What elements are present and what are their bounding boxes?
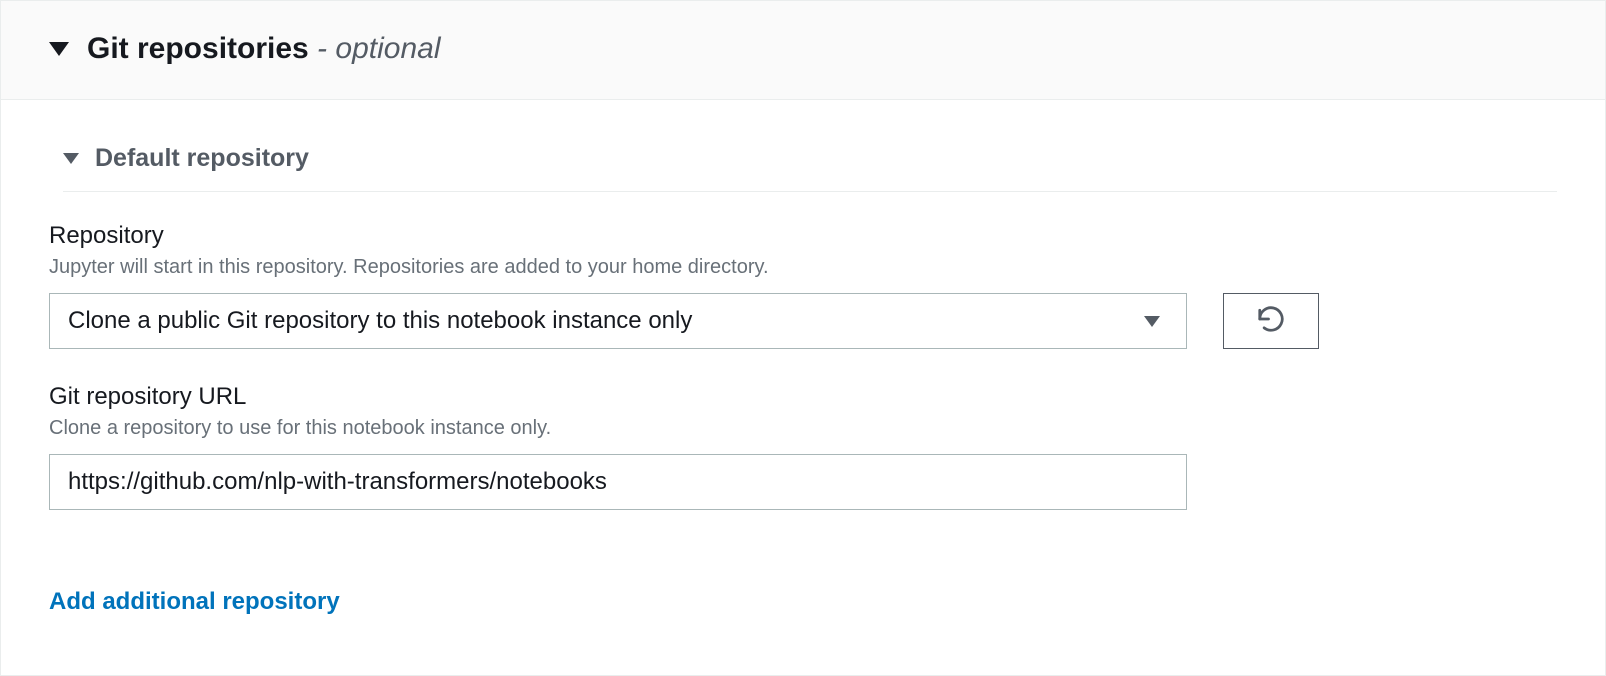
repository-hint: Jupyter will start in this repository. R…: [49, 256, 1557, 279]
add-additional-repository-button[interactable]: Add additional repository: [49, 588, 340, 616]
repository-field-group: Repository Jupyter will start in this re…: [49, 222, 1557, 349]
repository-select-row: Clone a public Git repository to this no…: [49, 293, 1557, 349]
panel-title: Git repositories - optional: [87, 31, 440, 67]
refresh-icon: [1256, 304, 1286, 339]
git-url-input[interactable]: [49, 454, 1187, 510]
repository-select-value: Clone a public Git repository to this no…: [68, 307, 1144, 335]
panel-title-optional: optional: [335, 32, 440, 65]
chevron-down-icon: [1144, 316, 1160, 327]
default-repository-title: Default repository: [95, 144, 309, 173]
panel-title-dash: -: [309, 32, 336, 65]
git-url-field-group: Git repository URL Clone a repository to…: [49, 383, 1557, 510]
caret-down-icon: [63, 153, 79, 164]
refresh-button[interactable]: [1223, 293, 1319, 349]
caret-down-icon: [49, 42, 69, 56]
git-url-label: Git repository URL: [49, 383, 1557, 411]
panel-body: Default repository Repository Jupyter wi…: [1, 100, 1605, 664]
panel-header[interactable]: Git repositories - optional: [1, 1, 1605, 100]
default-repository-header[interactable]: Default repository: [63, 144, 1557, 192]
git-repositories-panel: Git repositories - optional Default repo…: [0, 0, 1606, 676]
git-url-hint: Clone a repository to use for this noteb…: [49, 417, 1557, 440]
repository-select[interactable]: Clone a public Git repository to this no…: [49, 293, 1187, 349]
repository-label: Repository: [49, 222, 1557, 250]
panel-title-text: Git repositories: [87, 32, 309, 65]
